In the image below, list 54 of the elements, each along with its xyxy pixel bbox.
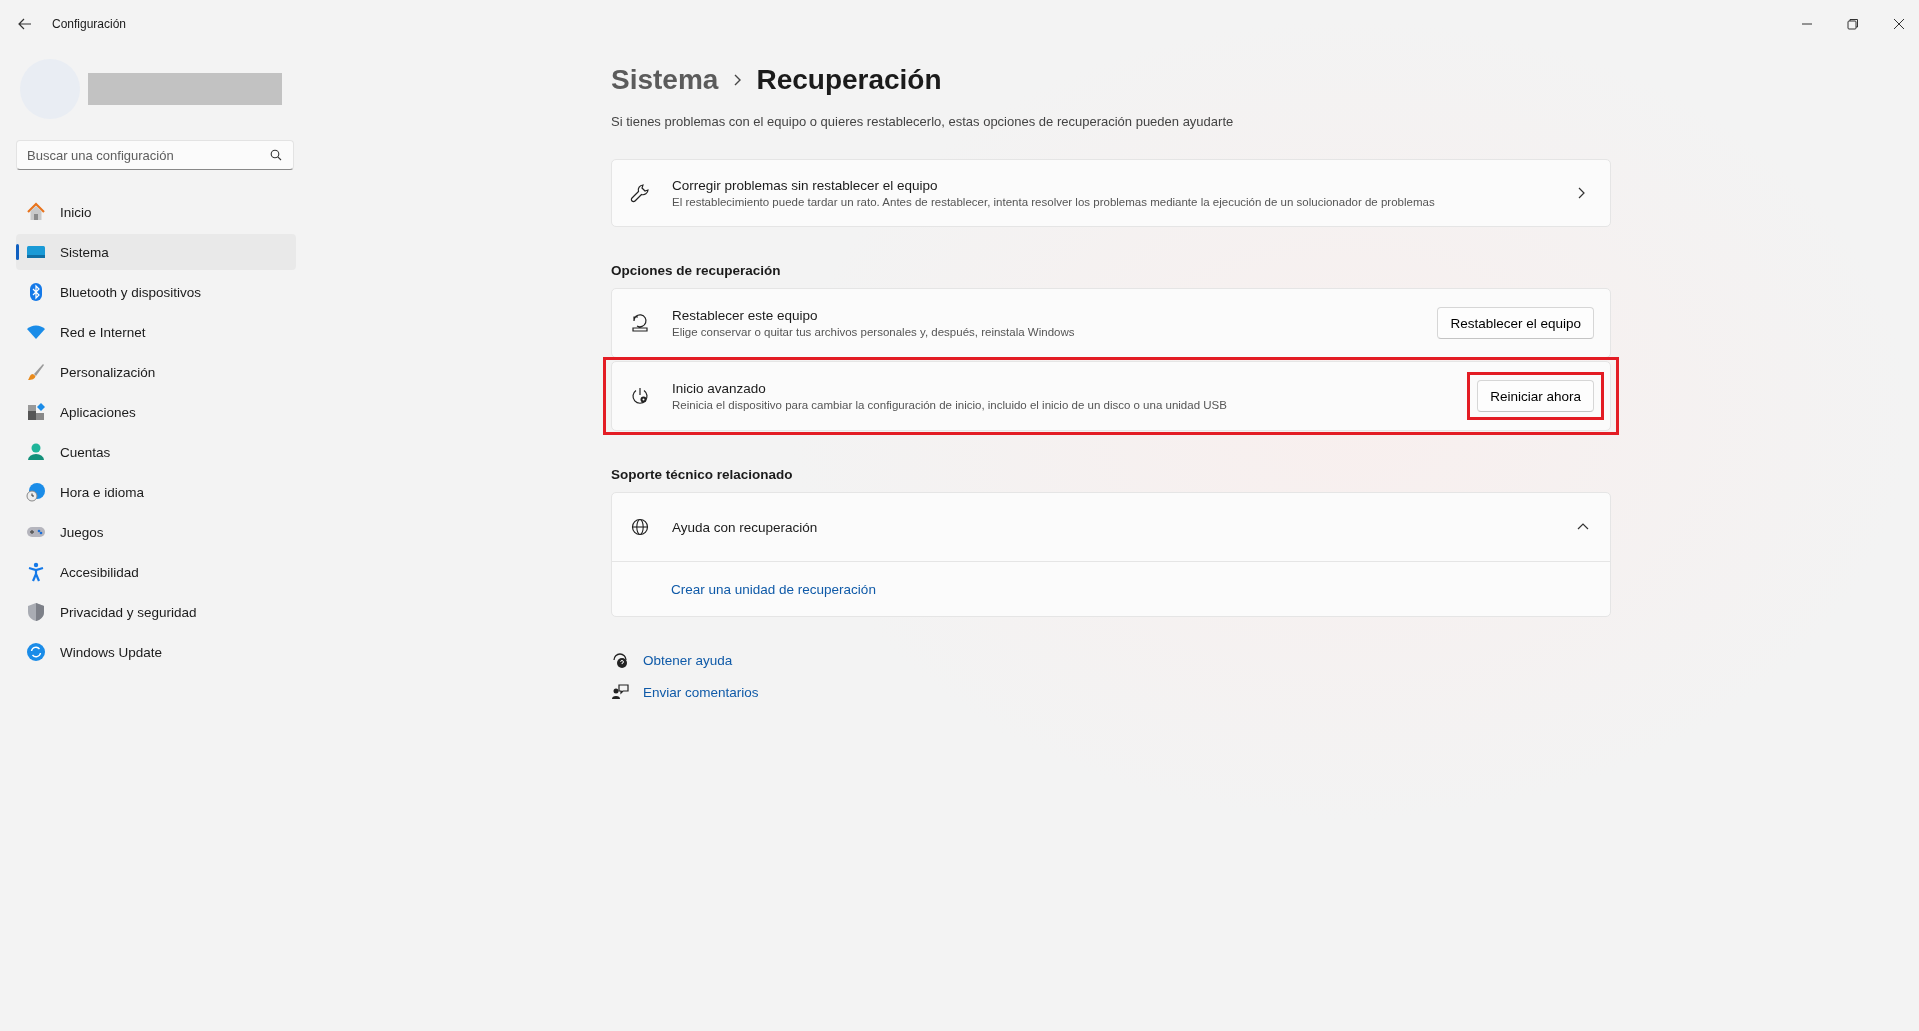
power-gear-icon — [630, 386, 650, 406]
feedback-icon — [611, 683, 629, 701]
nav-item[interactable]: Personalización — [16, 354, 296, 390]
page-title: Recuperación — [756, 64, 942, 96]
reset-pc-icon — [630, 313, 650, 333]
search-icon[interactable] — [270, 149, 282, 161]
option-title: Inicio avanzado — [672, 381, 767, 396]
nav-item[interactable]: Windows Update — [16, 634, 296, 670]
update-icon — [26, 642, 46, 662]
back-icon[interactable] — [18, 18, 32, 30]
nav-item[interactable]: Accesibilidad — [16, 554, 296, 590]
nav-item[interactable]: Privacidad y seguridad — [16, 594, 296, 630]
nav-item[interactable]: Red e Internet — [16, 314, 296, 350]
option-subtitle: Reinicia el dispositivo para cambiar la configuración de inicio, incluido el inicio de un disco o una unidad USB — [672, 399, 1228, 411]
page-description: Si tienes problemas con el equipo o quieres restablecerlo, estas opciones de recuperación pueden ayudarte — [611, 114, 1235, 129]
person-icon — [26, 442, 46, 462]
card-title: Corregir problemas sin restablecer el equipo — [672, 178, 939, 193]
option-subtitle: Elige conservar o quitar tus archivos personales y, después, reinstala Windows — [672, 326, 1076, 338]
apps-icon — [26, 402, 46, 422]
expander-title: Ayuda con recuperación — [672, 519, 819, 535]
expander-header[interactable]: Ayuda con recuperación — [612, 493, 1610, 561]
nav-item[interactable]: Sistema — [16, 234, 296, 270]
globe-icon — [630, 517, 650, 537]
chevron-right-icon — [732, 73, 743, 87]
help-icon — [611, 651, 629, 669]
shield-icon — [26, 602, 46, 622]
chevron-up-icon — [1576, 522, 1590, 532]
house-icon — [26, 202, 46, 222]
wrench-icon — [630, 183, 650, 203]
search-field[interactable]: Buscar una configuración — [16, 140, 294, 170]
get-help-link[interactable]: Obtener ayuda — [643, 652, 733, 668]
reset-pc-button[interactable]: Restablecer el equipo — [1437, 307, 1594, 339]
nav-item[interactable]: Bluetooth y dispositivos — [16, 274, 296, 310]
recovery-drive-link[interactable]: Crear una unidad de recuperación — [671, 581, 876, 597]
window-title: Configuración — [52, 17, 127, 31]
chevron-right-icon — [1576, 186, 1586, 200]
section-heading: Opciones de recuperación — [611, 263, 782, 278]
brush-icon — [26, 362, 46, 382]
close-icon[interactable] — [1893, 18, 1905, 30]
feedback-link[interactable]: Enviar comentarios — [643, 684, 759, 700]
accessibility-icon — [26, 562, 46, 582]
globe-clock-icon — [26, 482, 46, 502]
restart-now-button[interactable]: Reiniciar ahora — [1477, 380, 1594, 412]
nav-item[interactable]: Inicio — [16, 194, 296, 230]
option-title: Restablecer este equipo — [672, 308, 819, 323]
nav-item[interactable]: Hora e idioma — [16, 474, 296, 510]
troubleshoot-card[interactable]: Corregir problemas sin restablecer el equipo El restablecimiento puede tardar un rato. Antes de restablecer, intenta resolver los problemas mediante la ejecución de un solucionador de problemas — [611, 159, 1611, 227]
card-subtitle: El restablecimiento puede tardar un rato. Antes de restablecer, intenta resolver los problemas mediante la ejecución de un solucionador de problemas — [672, 196, 1436, 208]
nav-item[interactable]: Aplicaciones — [16, 394, 296, 430]
section-heading: Soporte técnico relacionado — [611, 467, 794, 482]
nav-item[interactable]: Juegos — [16, 514, 296, 550]
restore-icon[interactable] — [1847, 18, 1859, 30]
nav-item[interactable]: Cuentas — [16, 434, 296, 470]
breadcrumb-parent[interactable]: Sistema — [611, 64, 719, 96]
